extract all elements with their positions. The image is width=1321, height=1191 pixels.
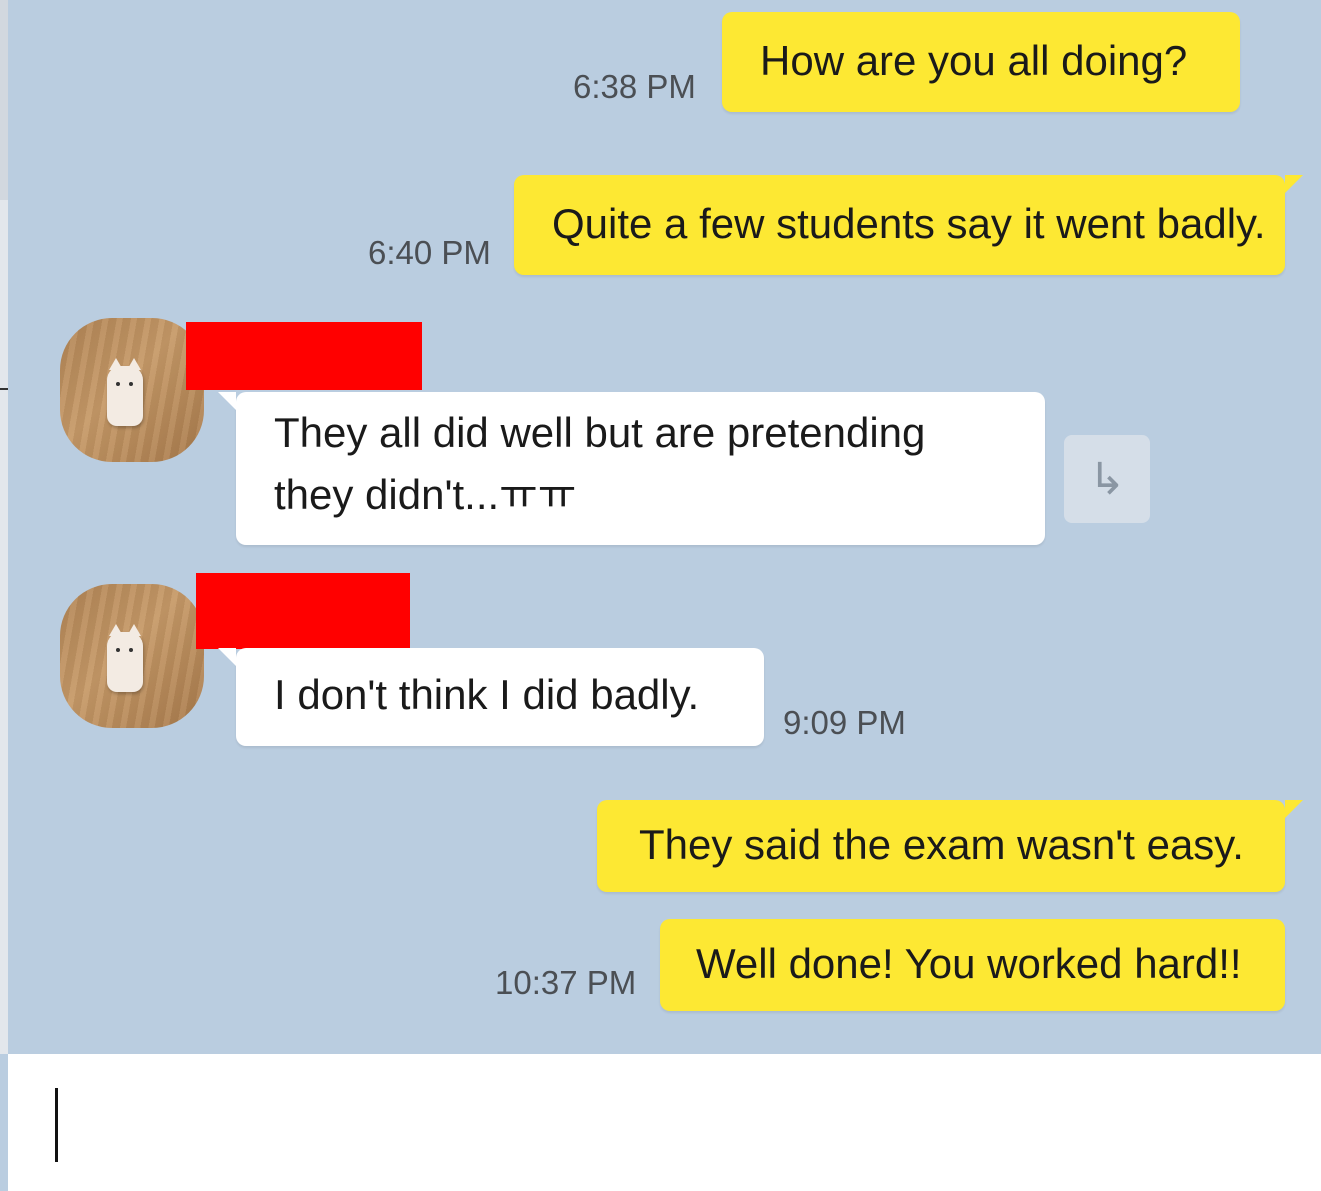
received-message-bubble[interactable]: I don't think I did badly. [218, 648, 764, 746]
message-text: They said the exam wasn't easy. [639, 821, 1244, 868]
message-time: 6:38 PM [573, 68, 696, 105]
sent-message-bubble[interactable]: Quite a few students say it went badly. [514, 175, 1303, 275]
panel-divider-mark [0, 388, 8, 390]
message-time: 6:40 PM [368, 234, 491, 271]
redacted-sender-name [186, 322, 422, 390]
message-time: 9:09 PM [783, 704, 906, 741]
message-input[interactable] [8, 1054, 1321, 1191]
received-message-bubble[interactable]: They all did well but are pretending the… [218, 392, 1045, 545]
contact-avatar[interactable] [60, 318, 204, 462]
message-text: How are you all doing? [760, 37, 1188, 84]
share-arrow-icon[interactable]: ↳ [1064, 435, 1150, 523]
sent-message-bubble[interactable]: How are you all doing? [722, 12, 1240, 112]
left-panel-edge [0, 0, 8, 1054]
message-text: Quite a few students say it went badly. [552, 200, 1266, 247]
text-cursor [55, 1088, 58, 1162]
sent-message-bubble[interactable]: Well done! You worked hard!! [660, 919, 1285, 1011]
message-text: I don't think I did badly. [274, 671, 700, 718]
message-time: 10:37 PM [495, 964, 637, 1001]
sent-message-bubble[interactable]: They said the exam wasn't easy. [597, 800, 1303, 892]
contact-avatar[interactable] [60, 584, 204, 728]
message-text: Well done! You worked hard!! [696, 940, 1242, 987]
redacted-sender-name [196, 573, 410, 649]
message-text: They all did well but are pretending the… [274, 409, 926, 518]
